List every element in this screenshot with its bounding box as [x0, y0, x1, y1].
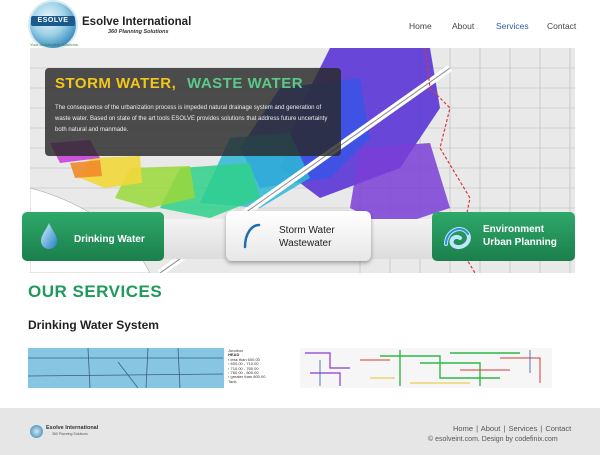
copyright-text: © esolveint.com. Design by [428, 436, 513, 443]
section-heading: OUR SERVICES [28, 282, 163, 301]
hero-description: The consequence of the urbanization proc… [55, 105, 328, 133]
footer-links: Home | About | Services | Contact [453, 424, 572, 433]
service-card-label: Storm Water Wastewater [279, 225, 335, 249]
footer-link-home[interactable]: Home [453, 424, 473, 433]
nav-contact[interactable]: Contact [547, 21, 576, 31]
footer-logo-icon[interactable] [30, 425, 43, 438]
brand-name[interactable]: Esolve International [82, 16, 191, 28]
designer-link[interactable]: codefinix.com [515, 436, 558, 443]
nav-services[interactable]: Services [496, 21, 529, 31]
environment-swirl-icon [444, 227, 471, 249]
footer-link-contact[interactable]: Contact [545, 424, 571, 433]
hero-title-waste: WASTE WATER [187, 75, 304, 92]
logo-tagline: Your Sustainable Solutions [30, 42, 78, 47]
footer-brand-subtitle: 360 Planning Solutions [52, 432, 88, 436]
nav-home[interactable]: Home [409, 21, 432, 31]
network-map-image [300, 348, 552, 388]
service-card-label: Environment Urban Planning [483, 224, 557, 248]
subsection-title: Drinking Water System [28, 318, 159, 332]
junction-legend: Junction HEAD ▪ less than 600.00 ▪ 600.0… [228, 348, 266, 384]
service-card-label: Drinking Water [74, 234, 145, 245]
thumbnail-network-map[interactable] [300, 348, 552, 388]
storm-arc-icon [243, 223, 261, 249]
footer-link-about[interactable]: About [481, 424, 501, 433]
nav-about[interactable]: About [452, 21, 474, 31]
thumbnail-junction-map[interactable]: Junction HEAD ▪ less than 600.00 ▪ 600.0… [28, 348, 286, 388]
footer-link-services[interactable]: Services [508, 424, 537, 433]
hero-title-storm: STORM WATER, [55, 75, 177, 92]
water-drop-icon [41, 223, 57, 249]
footer-copyright: © esolveint.com. Design by codefinix.com [428, 436, 558, 443]
footer-brand: Esolve International [46, 425, 99, 431]
logo-band-text: ESOLVE [31, 16, 75, 26]
brand-subtitle: 360 Planning Solutions [108, 29, 169, 35]
